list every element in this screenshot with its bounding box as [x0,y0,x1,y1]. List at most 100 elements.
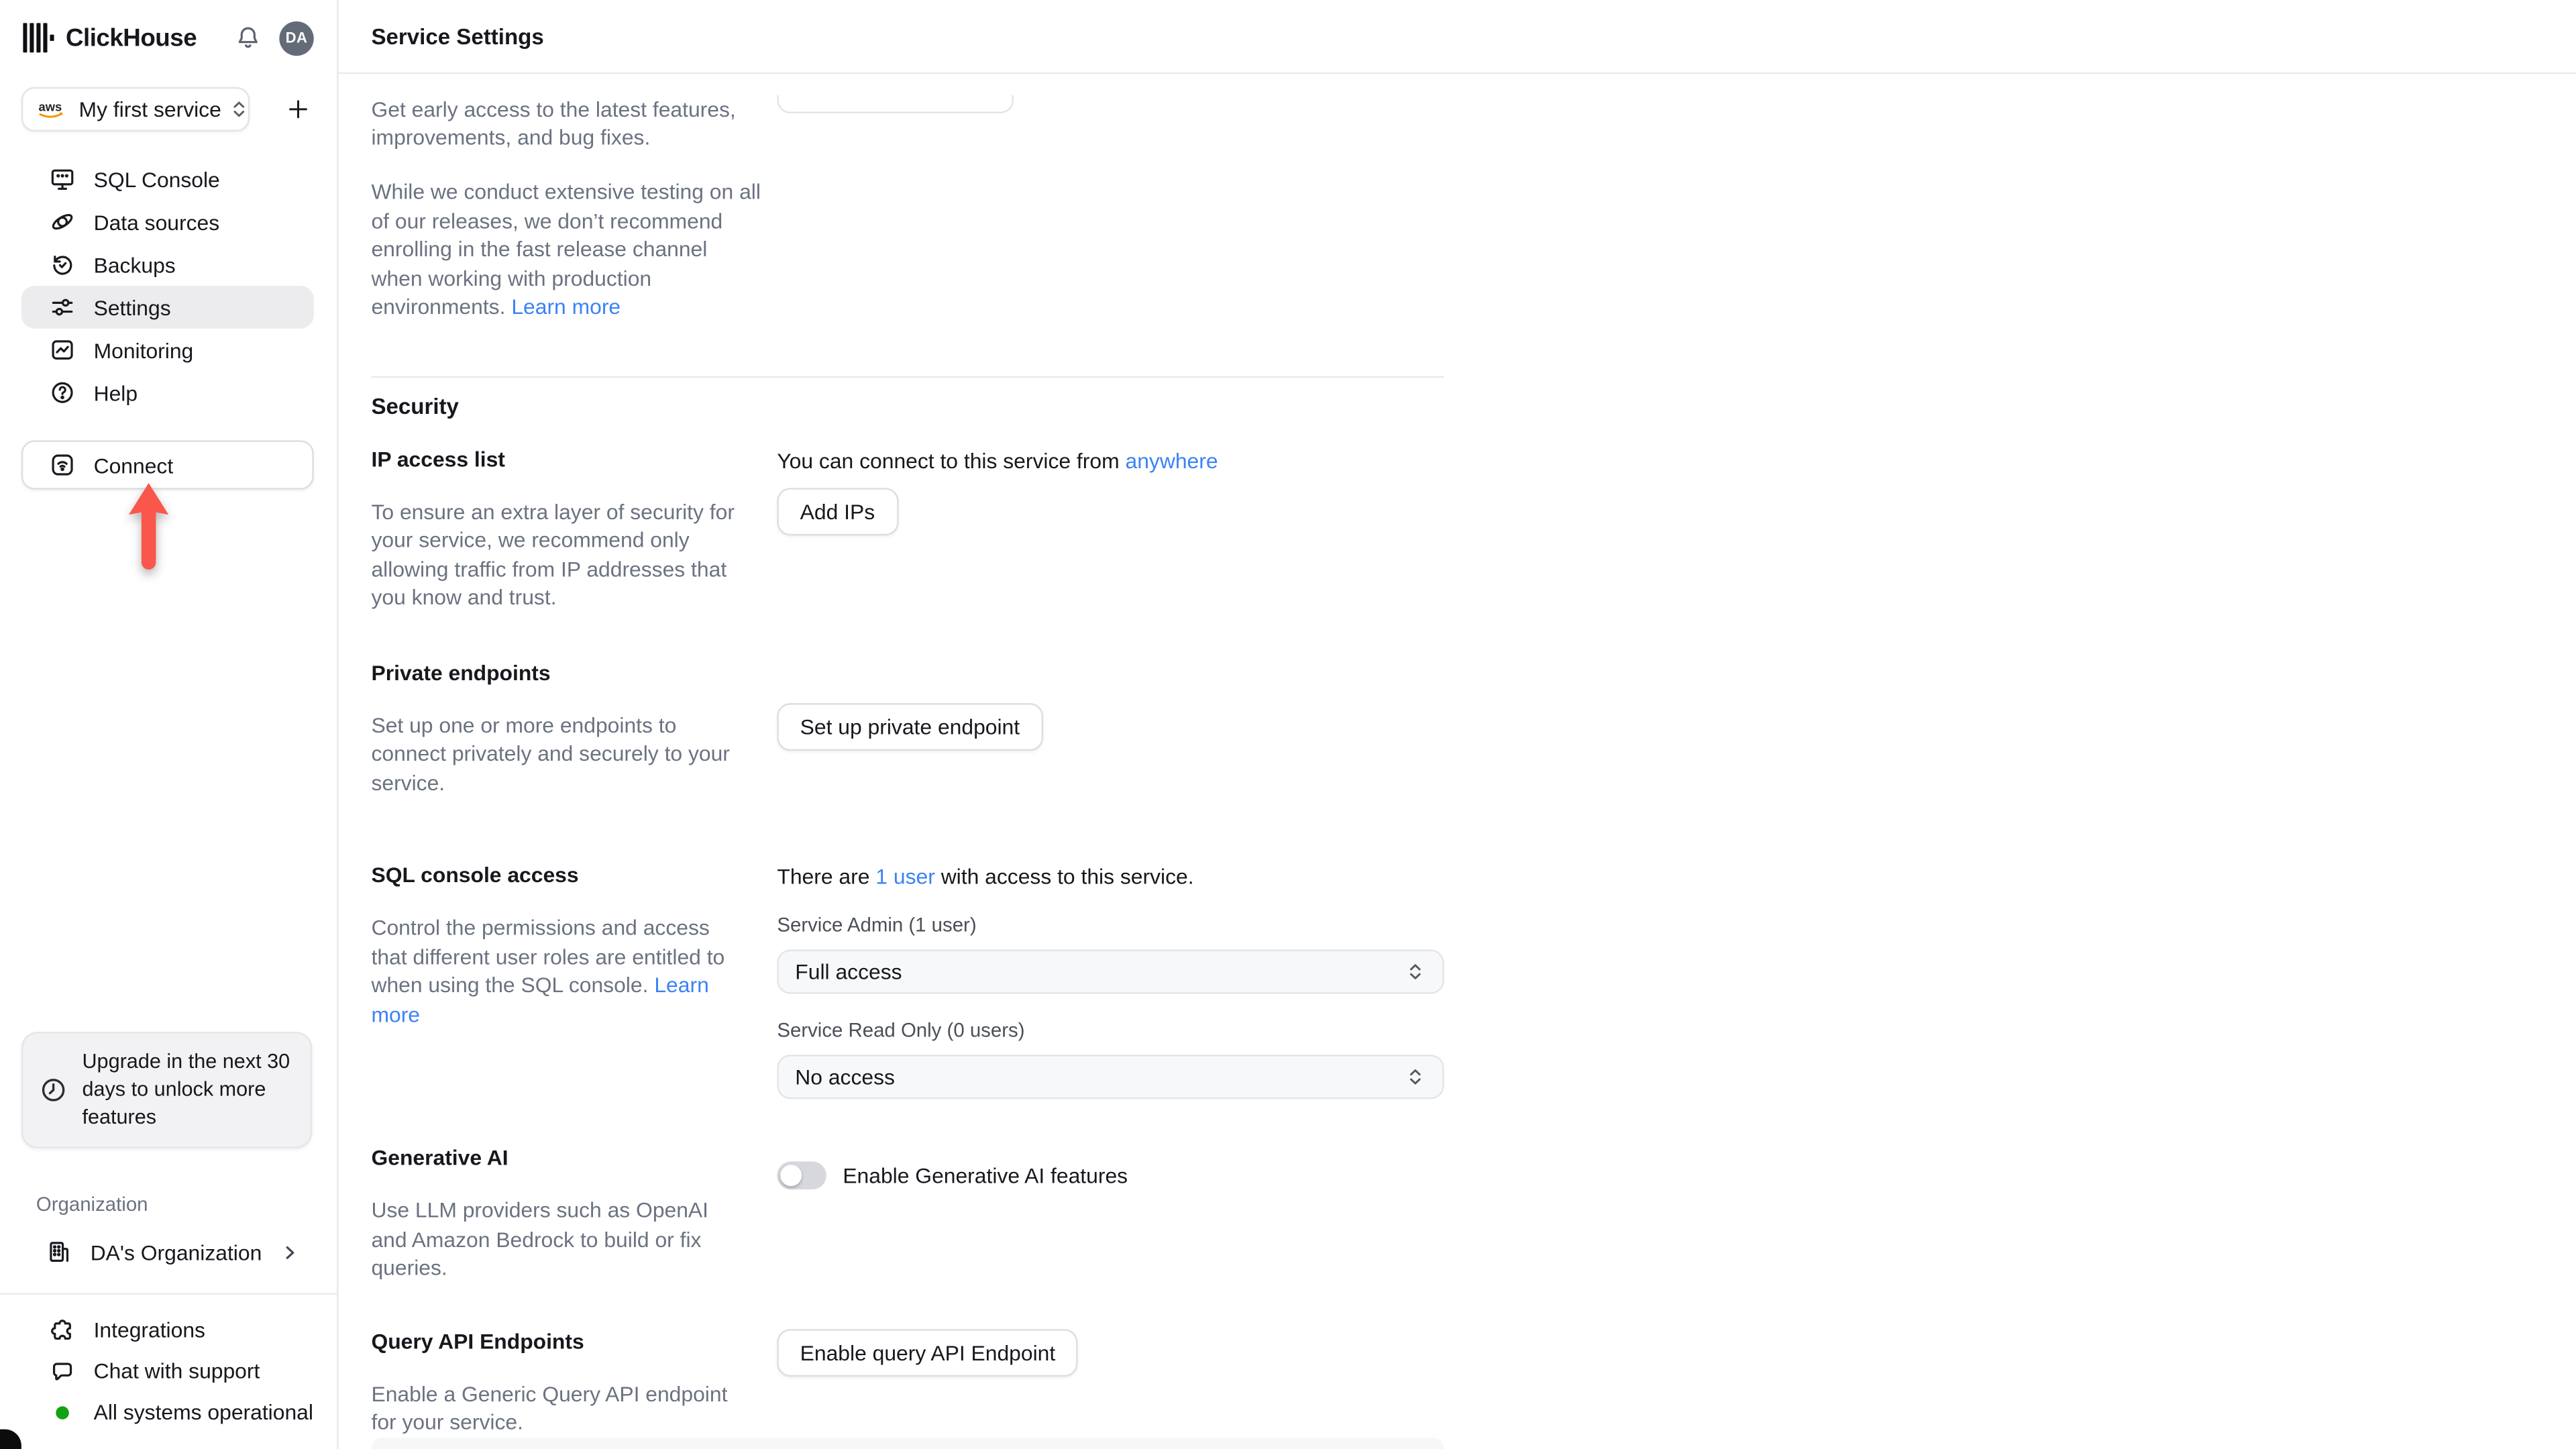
sidebar-footer: Integrations Chat with support All syste… [0,1293,337,1449]
chevron-up-down-icon [1405,1066,1426,1087]
backups-history-icon [49,252,75,278]
building-icon [46,1239,72,1265]
chevron-up-down-icon [228,99,250,120]
sidebar-item-label: SQL Console [93,166,220,192]
release-channel-select-cutoff[interactable] [777,95,1014,113]
fast-release-learn-more-link[interactable]: Learn more [511,294,621,319]
sidebar-item-label: Data sources [93,209,220,234]
query-api-title: Query API Endpoints [371,1328,584,1353]
query-api-row: Query API Endpoints Enable a Generic Que… [371,1328,1444,1437]
sql-access-status-post: with access to this service. [941,864,1194,889]
query-api-desc: Enable a Generic Query API endpoint for … [371,1381,728,1434]
footer-item-label: Chat with support [93,1358,260,1384]
ip-access-desc: To ensure an extra layer of security for… [371,498,735,610]
puzzle-icon [49,1317,75,1343]
sidebar-item-monitoring[interactable]: Monitoring [21,329,314,372]
service-admin-value: Full access [795,959,902,984]
clickhouse-logo-icon [23,23,54,53]
security-heading: Security [371,393,459,419]
sql-access-status-pre: There are [777,864,870,889]
private-endpoints-row: Private endpoints Set up one or more end… [371,659,1444,796]
ip-access-status-text: You can connect to this service from [777,447,1120,473]
service-selector-row: aws My first service [0,76,337,131]
generative-ai-desc: Use LLM providers such as OpenAI and Ama… [371,1197,709,1280]
ip-access-title: IP access list [371,445,505,471]
section-divider [371,375,1444,378]
setup-private-endpoint-button[interactable]: Set up private endpoint [777,702,1043,750]
sidebar-item-data-sources[interactable]: Data sources [21,201,314,244]
one-user-link[interactable]: 1 user [875,864,935,889]
app: ClickHouse DA aws My first service SQL C… [0,0,2576,1449]
enable-query-api-button[interactable]: Enable query API Endpoint [777,1328,1079,1377]
sidebar-item-label: Help [93,380,138,405]
sql-console-access-desc: Control the permissions and access that … [371,914,742,1028]
add-ips-button[interactable]: Add IPs [777,487,898,535]
generative-ai-row: Generative AI Use LLM providers such as … [371,1145,1444,1282]
sidebar-item-chat-support[interactable]: Chat with support [0,1350,337,1391]
svg-text:aws: aws [39,99,62,113]
monitoring-chart-icon [49,337,75,363]
ip-access-status: You can connect to this service from any… [777,447,1444,472]
sql-console-access-row: SQL console access Control the permissio… [371,863,1444,1099]
service-admin-select[interactable]: Full access [777,949,1444,994]
sidebar-item-label: Settings [93,294,171,320]
organization-name: DA's Organization [90,1239,262,1265]
clock-icon [40,1076,68,1104]
add-service-button[interactable] [282,94,314,125]
private-endpoints-title: Private endpoints [371,659,551,685]
service-selector[interactable]: aws My first service [21,87,250,131]
generative-ai-toggle-label: Enable Generative AI features [843,1163,1128,1188]
sql-access-status: There are 1 user with access to this ser… [777,864,1444,889]
brand-name: ClickHouse [65,23,197,52]
chat-bubble-icon [49,1358,75,1384]
sidebar-item-label: Backups [93,252,176,277]
next-section-card-cutoff [371,1437,1444,1449]
logo-row: ClickHouse DA [0,0,337,76]
status-green-dot-icon [56,1405,69,1419]
upgrade-notice-text: Upgrade in the next 30 days to unlock mo… [82,1049,290,1129]
sidebar: ClickHouse DA aws My first service SQL C… [0,0,339,1449]
settings-content: Get early access to the latest features,… [338,95,1444,1437]
sidebar-item-sql-console[interactable]: SQL Console [21,158,314,201]
settings-sliders-icon [49,294,75,320]
user-avatar[interactable]: DA [279,20,314,56]
private-endpoints-desc: Set up one or more endpoints to connect … [371,712,730,795]
aws-logo-icon: aws [38,99,66,120]
main-area: Service Settings Get early access to the… [338,0,2576,1449]
connect-wifi-icon [49,451,75,478]
fast-release-desc1: Get early access to the latest features,… [371,97,736,150]
ip-access-row: IP access list To ensure an extra layer … [371,446,1444,612]
system-status-row[interactable]: All systems operational [0,1391,337,1432]
tutorial-pointer-arrow [127,482,171,572]
chevron-right-icon [281,1243,299,1261]
chevron-up-down-icon [1405,961,1426,983]
system-status-label: All systems operational [93,1399,313,1425]
help-question-icon [49,380,75,406]
connect-label: Connect [93,452,174,478]
sidebar-item-settings[interactable]: Settings [21,286,314,329]
sql-console-access-title: SQL console access [371,862,579,888]
sidebar-item-label: Monitoring [93,337,194,363]
organization-row[interactable]: DA's Organization [21,1230,314,1273]
generative-ai-toggle-row: Enable Generative AI features [777,1161,1444,1190]
fast-release-desc2: While we conduct extensive testing on al… [371,177,762,321]
service-name: My first service [78,97,221,122]
sql-console-icon [49,166,75,192]
service-readonly-label: Service Read Only (0 users) [777,1018,1025,1042]
sidebar-item-integrations[interactable]: Integrations [0,1309,337,1350]
generative-ai-title: Generative AI [371,1144,508,1170]
upgrade-notice-card[interactable]: Upgrade in the next 30 days to unlock mo… [21,1031,313,1148]
generative-ai-toggle[interactable] [777,1161,826,1190]
sidebar-item-help[interactable]: Help [21,371,314,414]
notifications-bell-icon[interactable] [235,25,261,51]
anywhere-link[interactable]: anywhere [1126,447,1218,472]
organization-section-label: Organization [36,1192,148,1216]
page-title: Service Settings [371,23,544,49]
footer-item-label: Integrations [93,1318,205,1342]
data-sources-icon [49,209,75,235]
service-readonly-select[interactable]: No access [777,1055,1444,1099]
service-admin-label: Service Admin (1 user) [777,913,977,936]
sidebar-item-backups[interactable]: Backups [21,243,314,286]
toggle-knob [780,1165,802,1187]
main-header: Service Settings [338,0,2576,74]
